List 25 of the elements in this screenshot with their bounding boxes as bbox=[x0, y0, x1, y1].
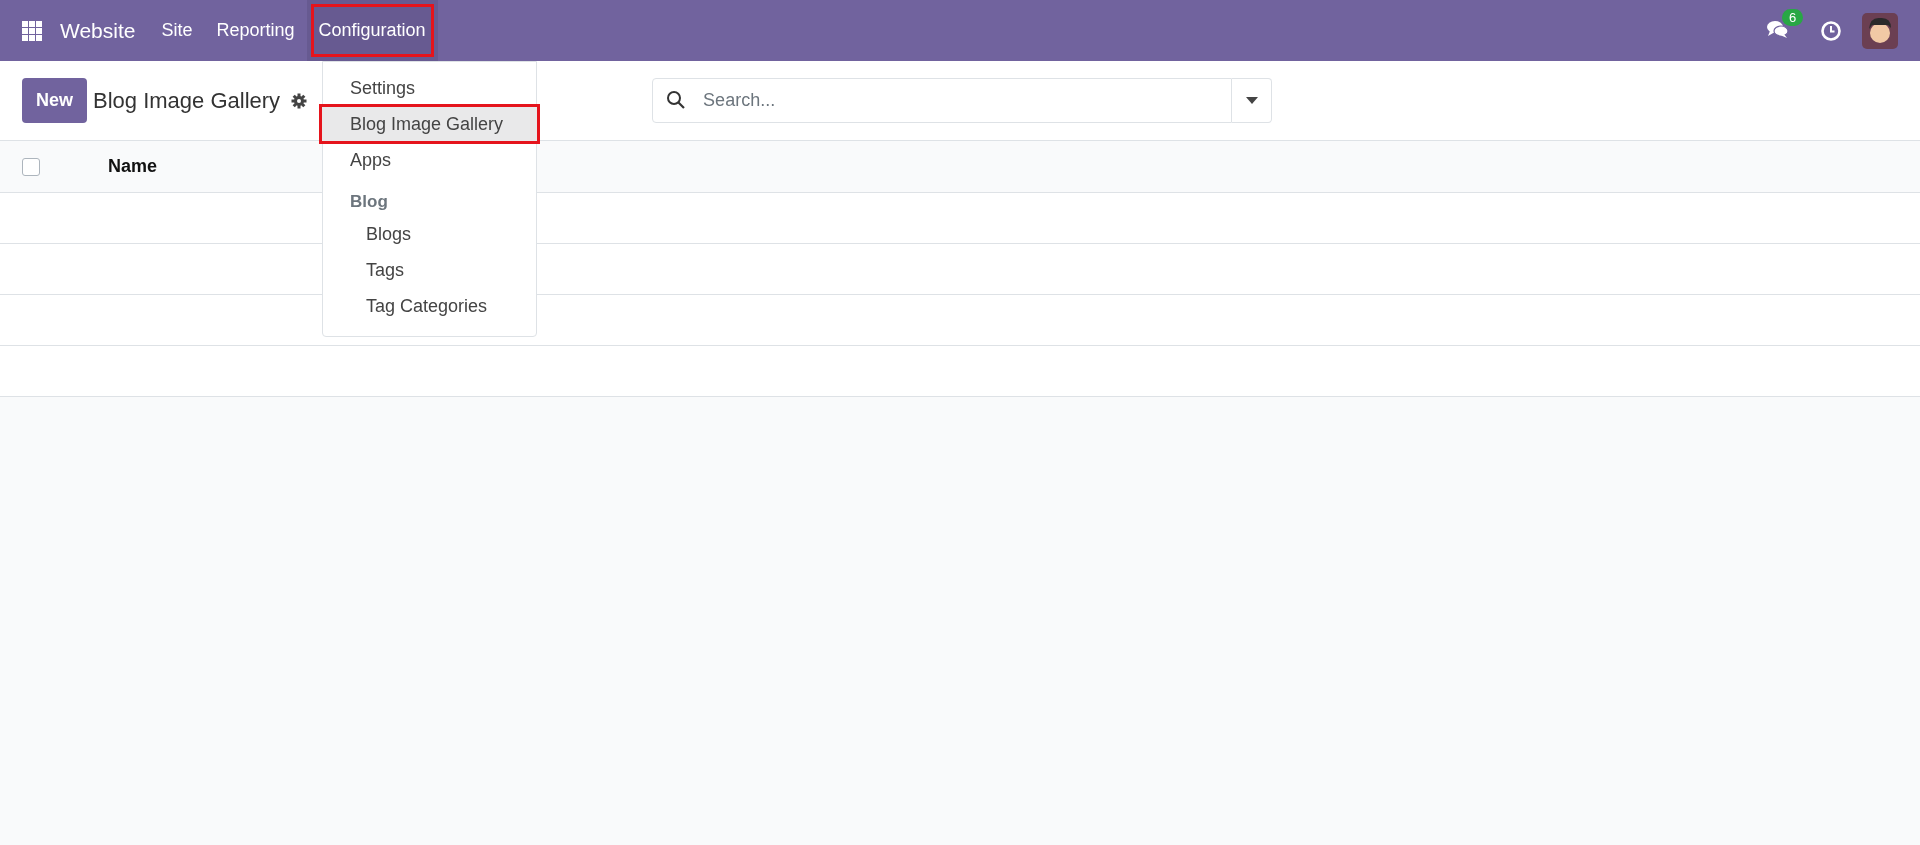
dropdown-item[interactable]: Apps bbox=[323, 142, 536, 178]
menu-section-header: Blog bbox=[349, 191, 389, 213]
dropdown-item[interactable]: Blogs bbox=[323, 216, 536, 252]
column-header[interactable]: Name bbox=[108, 156, 158, 177]
dropdown-item[interactable]: Settings bbox=[323, 70, 536, 106]
menu-item[interactable]: Configuration bbox=[306, 0, 438, 61]
chat-icon[interactable] bbox=[1766, 18, 1790, 39]
dropdown-item[interactable]: Tags bbox=[323, 252, 536, 288]
message-count-badge: 6 bbox=[1782, 8, 1804, 26]
dropdown-item[interactable]: Tag Categories bbox=[323, 288, 536, 324]
settings-icon[interactable] bbox=[291, 92, 308, 109]
avatar-icon[interactable] bbox=[1862, 12, 1898, 49]
search-field[interactable]: Search... bbox=[652, 78, 1233, 123]
new-button[interactable]: New bbox=[22, 78, 87, 123]
page-title: Blog Image Gallery bbox=[93, 87, 281, 114]
clock-icon[interactable] bbox=[1820, 19, 1842, 42]
caret-icon bbox=[1245, 97, 1258, 104]
dropdown-item[interactable]: Blog Image Gallery bbox=[321, 106, 538, 142]
menu-item[interactable]: Site bbox=[149, 0, 205, 61]
menu-item[interactable]: Reporting bbox=[204, 0, 307, 61]
search-icon bbox=[666, 90, 687, 110]
app-name[interactable]: Website bbox=[60, 18, 136, 43]
select-all-checkbox[interactable] bbox=[22, 157, 40, 176]
app-grid-icon[interactable] bbox=[22, 20, 42, 41]
search-options-button[interactable] bbox=[1232, 78, 1273, 123]
